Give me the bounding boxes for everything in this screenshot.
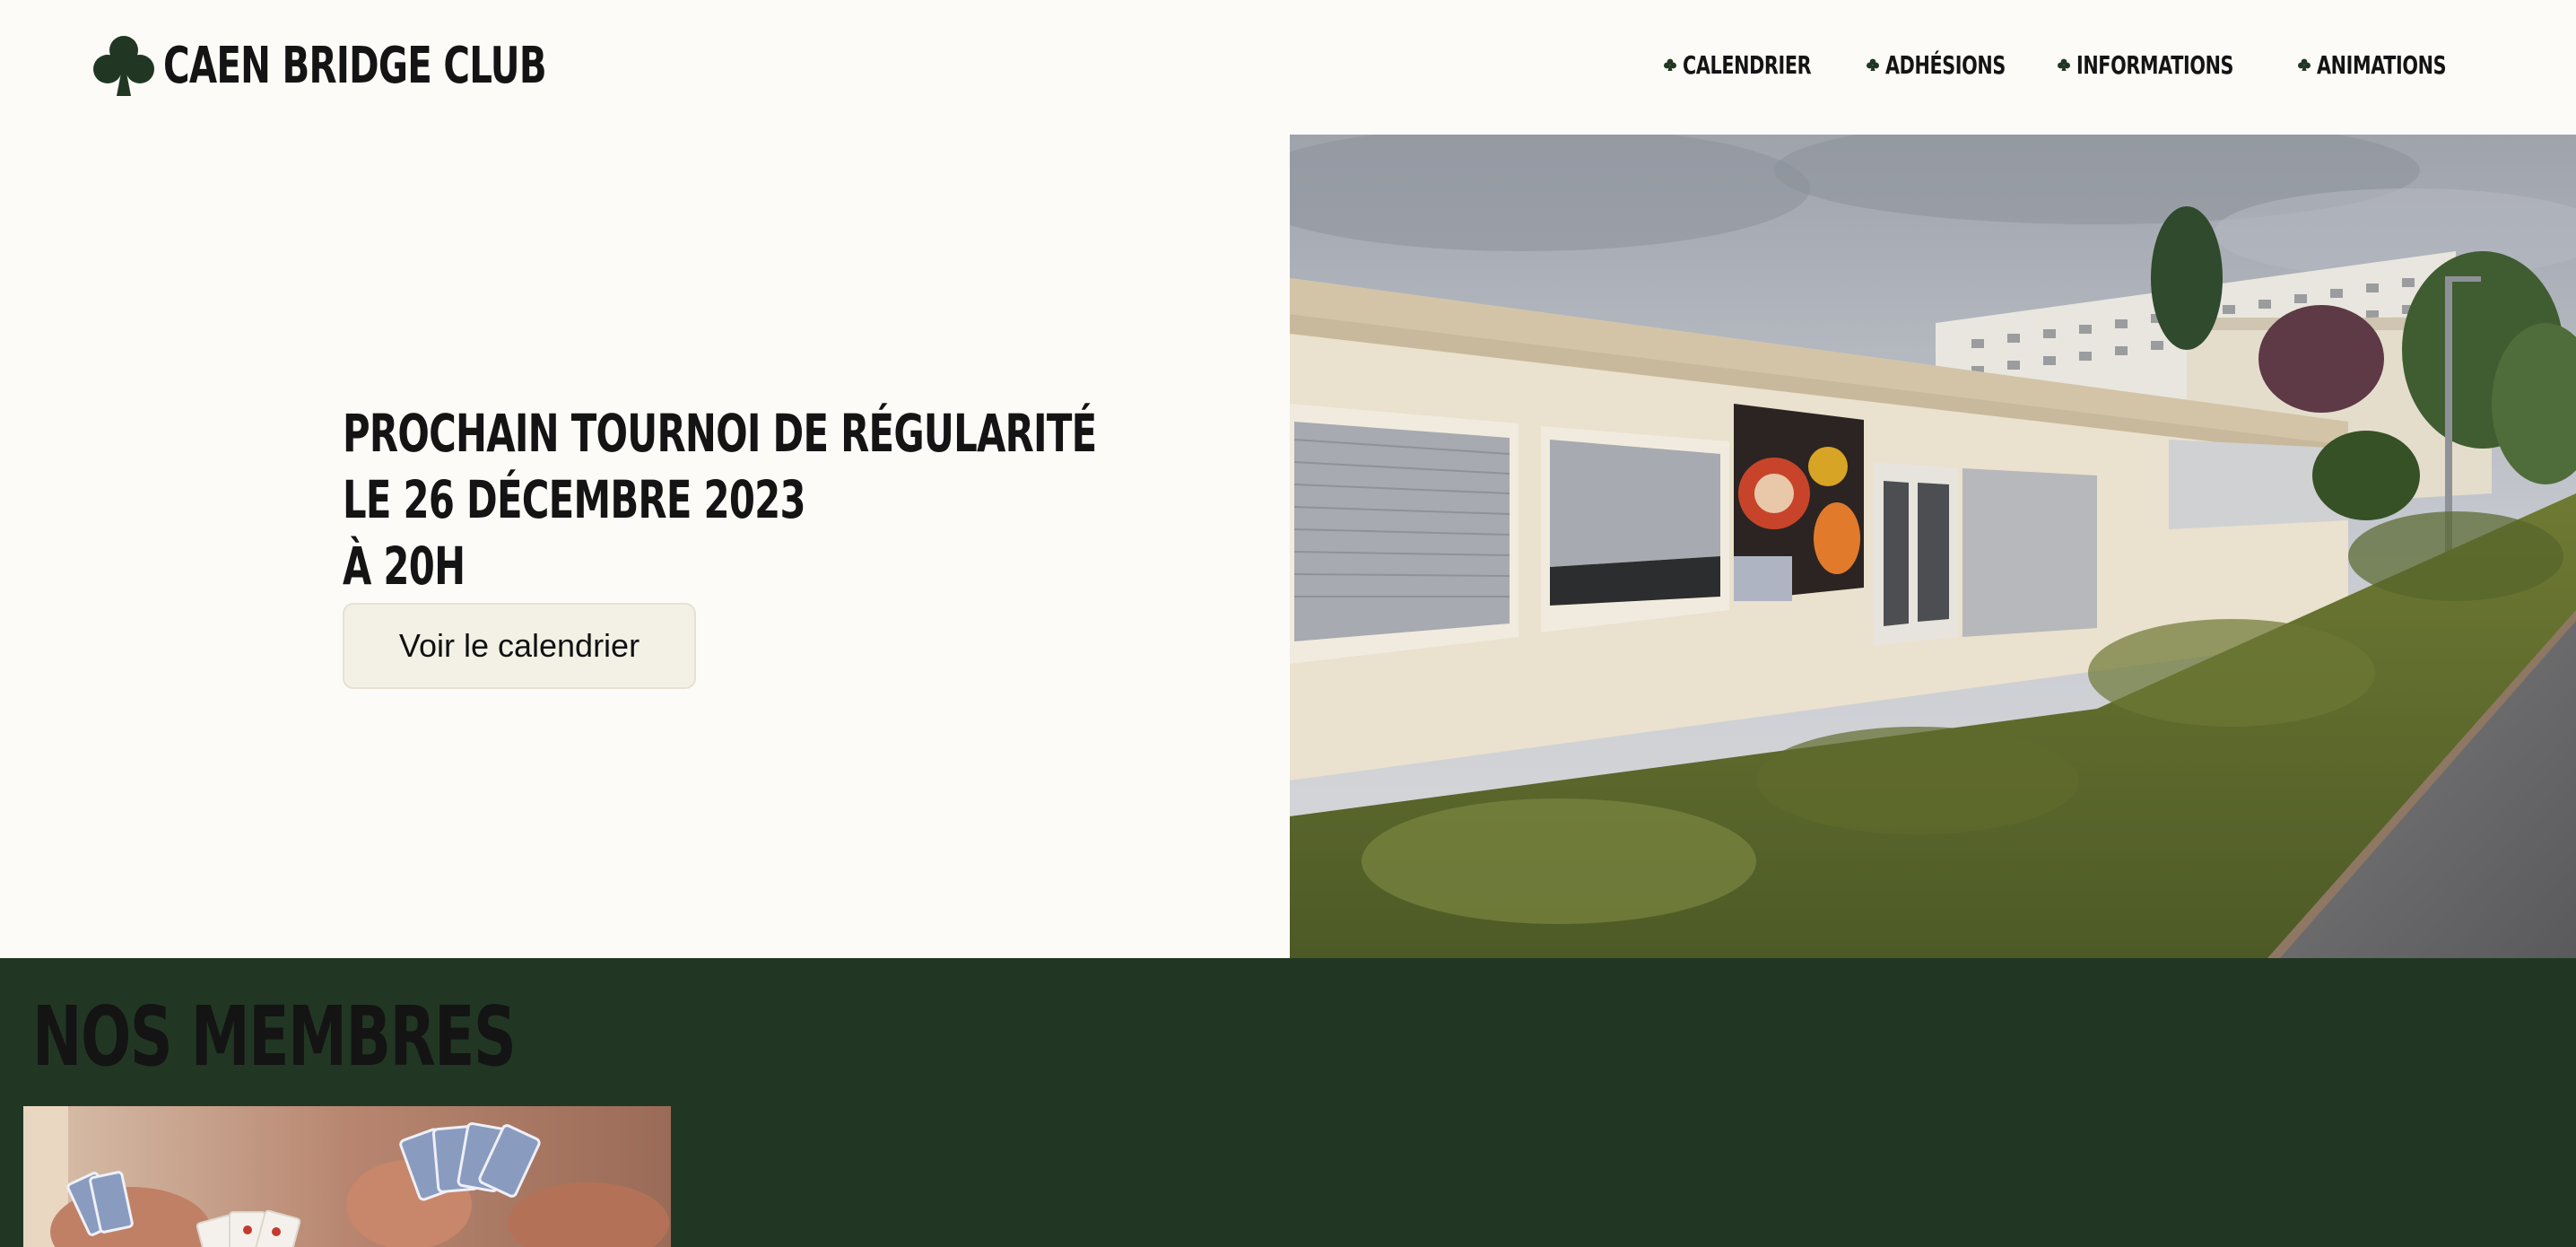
club-suit-icon [2298,58,2311,71]
members-heading: NOS MEMBRES [32,989,517,1085]
page: CAEN BRIDGE CLUB CALENDRIER ADHÉSIONS IN… [0,0,2576,1247]
tournament-date: LE 26 DÉCEMBRE 2023 [343,469,806,530]
members-photo [23,1106,671,1247]
club-suit-icon [1664,58,1677,71]
next-tournament-heading: PROCHAIN TOURNOI DE RÉGULARITÉ LE 26 DÉC… [343,400,1389,599]
club-suit-icon [93,36,154,96]
club-suit-icon [1866,58,1879,71]
hero-section: PROCHAIN TOURNOI DE RÉGULARITÉ LE 26 DÉC… [0,135,1290,958]
tournament-title: PROCHAIN TOURNOI DE RÉGULARITÉ [343,403,1097,464]
nav-item-informations[interactable]: INFORMATIONS [2057,50,2264,80]
nav-item-animations[interactable]: ANIMATIONS [2297,50,2467,80]
nav-label: ANIMATIONS [2317,49,2447,80]
site-logo[interactable]: CAEN BRIDGE CLUB [91,32,695,100]
members-section: NOS MEMBRES [0,958,2576,1247]
tournament-time: À 20H [343,536,466,597]
nav-item-adhesions[interactable]: ADHÉSIONS [1866,50,2023,80]
main-nav: CALENDRIER ADHÉSIONS INFORMATIONS ANIMAT… [1663,47,2467,83]
nav-label: INFORMATIONS [2076,49,2233,80]
nav-label: CALENDRIER [1683,49,1812,80]
site-title: CAEN BRIDGE CLUB [163,37,547,95]
nav-item-calendrier[interactable]: CALENDRIER [1663,50,1832,80]
club-building-photo [1290,135,2576,958]
club-suit-icon [2057,58,2070,71]
site-header: CAEN BRIDGE CLUB CALENDRIER ADHÉSIONS IN… [0,0,2576,135]
view-calendar-button[interactable]: Voir le calendrier [343,603,696,689]
nav-label: ADHÉSIONS [1884,49,2006,80]
